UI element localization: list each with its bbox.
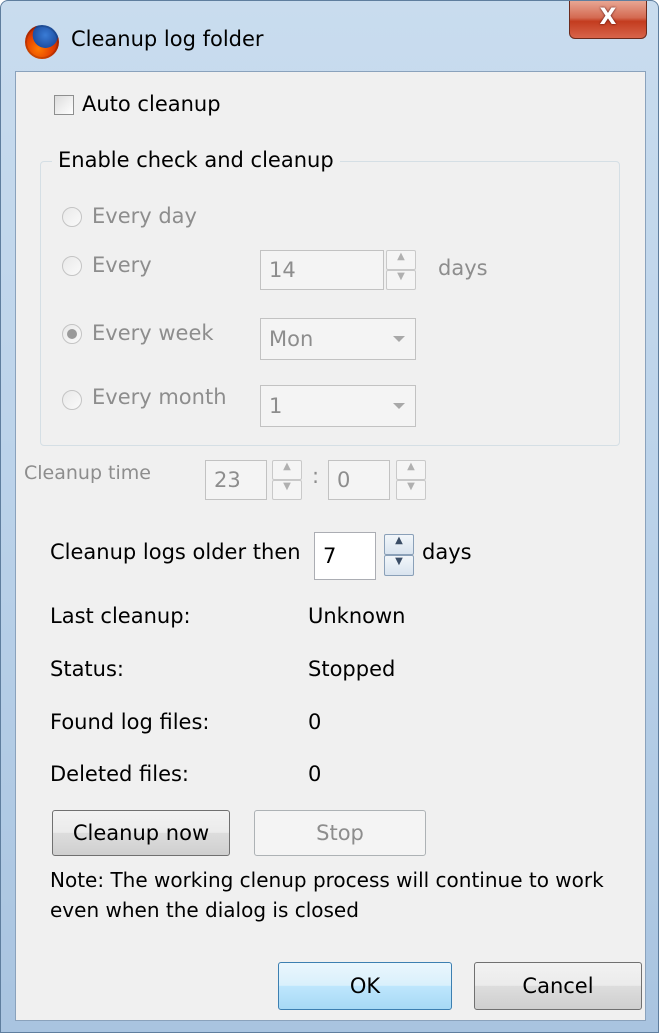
note-line-2: even when the dialog is closed [50, 898, 359, 922]
cleanup-hour-input[interactable]: 23 [205, 460, 267, 500]
older-than-label: Cleanup logs older then [50, 540, 301, 564]
every-month-radio[interactable] [62, 390, 82, 410]
every-week-label[interactable]: Every week [92, 321, 214, 345]
app-globe-icon [25, 25, 59, 59]
dialog-window: Cleanup log folder X Auto cleanup Enable… [0, 0, 659, 1033]
stepper-up-icon[interactable]: ▲ [384, 534, 414, 555]
found-files-label: Found log files: [50, 710, 210, 734]
deleted-files-label: Deleted files: [50, 762, 190, 786]
stepper-up-icon[interactable]: ▲ [272, 460, 302, 480]
note-line-1: Note: The working clenup process will co… [50, 868, 604, 892]
last-cleanup-value: Unknown [308, 604, 406, 628]
stepper-down-icon[interactable]: ▼ [396, 480, 426, 500]
month-day-select[interactable]: 1 [260, 385, 416, 427]
stepper-down-icon[interactable]: ▼ [272, 480, 302, 500]
older-than-value: 7 [323, 543, 337, 568]
older-than-input[interactable]: 7 [314, 532, 376, 580]
auto-cleanup-checkbox[interactable] [54, 95, 74, 115]
month-day-value: 1 [269, 394, 283, 418]
every-week-radio[interactable] [62, 324, 82, 344]
time-separator: : [312, 464, 320, 488]
chevron-down-icon [393, 403, 405, 409]
older-than-stepper[interactable]: ▲ ▼ [384, 534, 414, 576]
every-month-label[interactable]: Every month [92, 385, 227, 409]
auto-cleanup-label[interactable]: Auto cleanup [82, 92, 221, 116]
title-bar[interactable]: Cleanup log folder X [1, 1, 658, 71]
every-n-days-input[interactable]: 14 [260, 250, 384, 290]
close-button[interactable]: X [569, 1, 647, 39]
stepper-up-icon[interactable]: ▲ [386, 250, 416, 270]
stepper-down-icon[interactable]: ▼ [384, 555, 414, 576]
deleted-files-value: 0 [308, 762, 322, 786]
cleanup-minute-value: 0 [337, 467, 351, 492]
every-n-days-stepper[interactable]: ▲ ▼ [386, 250, 416, 290]
every-n-days-radio[interactable] [62, 256, 82, 276]
week-day-select[interactable]: Mon [260, 318, 416, 360]
last-cleanup-label: Last cleanup: [50, 604, 191, 628]
status-label: Status: [50, 657, 124, 681]
every-n-days-unit: days [438, 256, 488, 280]
chevron-down-icon [393, 336, 405, 342]
ok-button[interactable]: OK [278, 962, 452, 1010]
every-day-radio[interactable] [62, 207, 82, 227]
stepper-up-icon[interactable]: ▲ [396, 460, 426, 480]
cancel-button[interactable]: Cancel [474, 962, 642, 1010]
every-n-days-value: 14 [269, 257, 296, 282]
cleanup-now-button[interactable]: Cleanup now [52, 810, 230, 856]
cleanup-minute-input[interactable]: 0 [328, 460, 390, 500]
found-files-value: 0 [308, 710, 322, 734]
window-title: Cleanup log folder [71, 27, 264, 51]
every-n-days-label[interactable]: Every [92, 253, 152, 277]
older-than-unit: days [422, 540, 472, 564]
cleanup-minute-stepper[interactable]: ▲ ▼ [396, 460, 426, 500]
cleanup-time-label: Cleanup time [24, 462, 151, 484]
stop-button[interactable]: Stop [254, 810, 426, 856]
every-day-label[interactable]: Every day [92, 204, 197, 228]
schedule-group-caption: Enable check and cleanup [52, 148, 340, 172]
dialog-body: Auto cleanup Enable check and cleanup Ev… [15, 71, 646, 1021]
status-value: Stopped [308, 657, 396, 681]
cleanup-hour-stepper[interactable]: ▲ ▼ [272, 460, 302, 500]
stepper-down-icon[interactable]: ▼ [386, 270, 416, 290]
week-day-value: Mon [269, 327, 314, 351]
cleanup-hour-value: 23 [214, 467, 241, 492]
close-icon: X [599, 5, 617, 30]
